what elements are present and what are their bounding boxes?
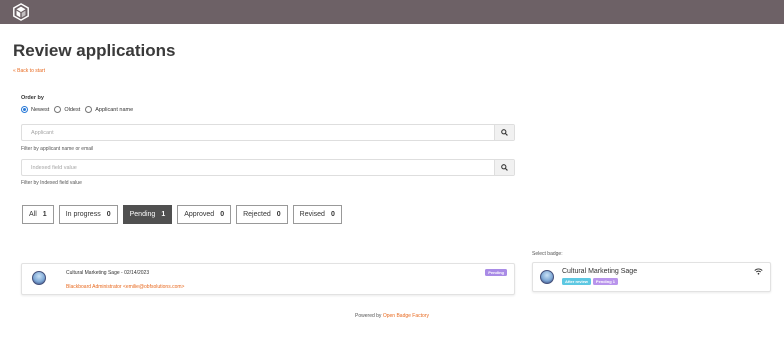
powered-by-label: Powered by <box>355 313 382 319</box>
badge-avatar <box>540 270 554 284</box>
tab-label: Rejected <box>243 211 271 218</box>
applicant-search-input[interactable] <box>22 125 496 140</box>
order-newest-radio[interactable]: Newest <box>21 106 49 113</box>
wifi-signal-icon <box>754 268 763 275</box>
order-oldest-label: Oldest <box>64 106 81 113</box>
tab-count: 1 <box>161 211 166 218</box>
applicant-filter-help: Filter by applicant name or email <box>21 146 94 152</box>
order-newest-label: Newest <box>31 106 50 113</box>
tab-label: In progress <box>65 211 101 218</box>
tab-count: 0 <box>106 211 111 218</box>
footer: Powered by Open Badge Factory <box>0 313 784 319</box>
tab-count: 0 <box>330 211 335 218</box>
tab-in-progress[interactable]: In progress 0 <box>58 205 118 224</box>
badge-tags: After review Pending 1 <box>562 278 619 285</box>
order-applicant-name-radio[interactable]: Applicant name <box>85 106 133 113</box>
badge-avatar <box>32 271 46 285</box>
open-badge-factory-link[interactable]: Open Badge Factory <box>383 313 429 319</box>
indexed-field-search-button[interactable] <box>494 160 514 175</box>
tab-rejected[interactable]: Rejected 0 <box>236 205 288 224</box>
order-applicant-name-label: Applicant name <box>95 106 134 113</box>
application-card[interactable]: Cultural Marketing Sage - 02/14/2023 Bla… <box>21 263 515 295</box>
tab-count: 1 <box>42 211 47 218</box>
search-icon <box>501 129 508 136</box>
order-oldest-radio[interactable]: Oldest <box>54 106 80 113</box>
indexed-field-search-input[interactable] <box>22 160 496 175</box>
radio-empty-icon <box>85 106 93 113</box>
tab-label: Revised <box>299 211 325 218</box>
applicant-filter <box>21 124 515 141</box>
radio-selected-icon <box>21 106 28 113</box>
badge-select-card[interactable]: Cultural Marketing Sage After review Pen… <box>532 262 771 292</box>
tab-label: Approved <box>184 211 215 218</box>
after-review-tag: After review <box>562 278 591 285</box>
tab-label: All <box>29 211 37 218</box>
applicant-name-email: Blackboard Administrator <emilie@obfsolu… <box>66 284 185 290</box>
tab-count: 0 <box>220 211 225 218</box>
app-logo-icon[interactable] <box>12 3 30 21</box>
pending-count-tag: Pending 1 <box>592 278 619 285</box>
tab-all[interactable]: All 1 <box>22 205 54 224</box>
application-title: Cultural Marketing Sage - 02/14/2023 <box>66 270 150 276</box>
status-tabs: All 1 In progress 0 Pending 1 Approved 0… <box>22 205 347 224</box>
tab-revised[interactable]: Revised 0 <box>292 205 342 224</box>
radio-empty-icon <box>54 106 62 113</box>
indexed-field-filter <box>21 159 515 176</box>
badge-name: Cultural Marketing Sage <box>562 268 638 275</box>
search-icon <box>501 164 508 171</box>
back-to-start-link[interactable]: « Back to start <box>13 68 45 74</box>
order-by-label: Order by <box>21 95 44 101</box>
select-badge-label: Select badge: <box>532 251 563 257</box>
tab-count: 0 <box>276 211 281 218</box>
applicant-search-button[interactable] <box>494 125 514 140</box>
order-by-radio-group: Newest Oldest Applicant name <box>21 106 138 113</box>
page-title: Review applications <box>13 41 176 60</box>
tab-pending[interactable]: Pending 1 <box>122 205 173 224</box>
top-bar <box>0 0 784 24</box>
indexed-field-filter-help: Filter by Indexed field value <box>21 180 82 186</box>
tab-label: Pending <box>129 211 156 218</box>
tab-approved[interactable]: Approved 0 <box>177 205 232 224</box>
status-badge: Pending <box>485 269 507 276</box>
